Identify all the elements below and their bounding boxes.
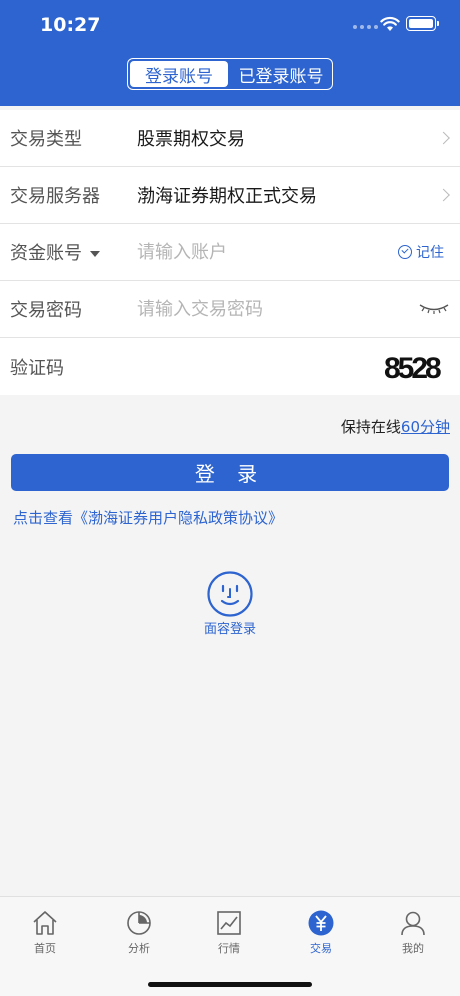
bottom-tab-bar: 首页 分析 行情 交易 我的 [0,896,460,996]
tab-home-label: 首页 [34,942,56,955]
tab-mine-label: 我的 [402,942,424,955]
chevron-right-icon [437,131,450,145]
wifi-icon [380,16,400,31]
tab-trade-label: 交易 [310,942,332,955]
tab-analysis-label: 分析 [128,942,150,955]
face-login-label[interactable]: 面容登录 [196,618,264,637]
trade-server-row[interactable]: 交易服务器 渤海证券期权正式交易 [0,167,460,224]
home-icon [33,911,57,935]
tab-market[interactable]: 行情 [194,909,264,956]
login-form: 交易类型 股票期权交易 交易服务器 渤海证券期权正式交易 资金账号 记住 交易密… [0,110,460,395]
captcha-label: 验证码 [10,357,64,379]
keep-online-prefix: 保持在线 [340,418,401,436]
account-segment-control: 登录账号 已登录账号 [127,58,333,90]
tab-trade[interactable]: 交易 [286,909,356,956]
check-circle-icon [398,245,412,259]
captcha-image[interactable]: 8528 [384,346,448,390]
password-label: 交易密码 [10,300,82,321]
tab-market-label: 行情 [218,942,240,955]
trade-server-value: 渤海证券期权正式交易 [137,186,317,207]
trade-type-value: 股票期权交易 [137,129,245,150]
account-type-selector[interactable]: 资金账号 [10,239,100,265]
captcha-code: 8528 [384,352,442,385]
home-indicator [148,982,312,987]
account-label: 资金账号 [10,243,82,264]
eye-closed-icon[interactable] [418,301,450,315]
keep-online-text: 保持在线60分钟 [341,416,450,437]
status-time: 10:27 [40,14,101,36]
account-row: 资金账号 记住 [0,224,460,281]
remember-account-toggle[interactable]: 记住 [398,242,444,262]
trade-type-label: 交易类型 [10,129,82,150]
tab-login-account[interactable]: 登录账号 [130,61,228,87]
account-input[interactable] [137,241,377,263]
signal-icon [353,25,378,29]
battery-icon [406,16,439,31]
keep-online-duration-link[interactable]: 60分钟 [401,418,450,436]
pie-chart-icon [127,911,151,935]
password-input[interactable] [137,298,377,320]
caret-down-icon [90,251,100,257]
yuan-icon [308,910,334,936]
top-header: 10:27 登录账号 已登录账号 [0,0,460,106]
login-button[interactable]: 登 录 [11,454,449,491]
tab-analysis[interactable]: 分析 [104,909,174,956]
password-row: 交易密码 [0,281,460,338]
captcha-row: 验证码 8528 [0,338,460,395]
face-id-icon[interactable] [206,570,254,618]
tab-logged-accounts[interactable]: 已登录账号 [230,59,332,89]
user-icon [401,911,425,936]
privacy-policy-link[interactable]: 点击查看《渤海证券用户隐私政策协议》 [13,507,283,528]
trade-server-label: 交易服务器 [10,186,100,207]
trade-type-row[interactable]: 交易类型 股票期权交易 [0,110,460,167]
tab-mine[interactable]: 我的 [378,909,448,956]
remember-label: 记住 [416,245,444,261]
tab-home[interactable]: 首页 [10,909,80,956]
chevron-right-icon [437,188,450,202]
line-chart-icon [217,911,241,935]
